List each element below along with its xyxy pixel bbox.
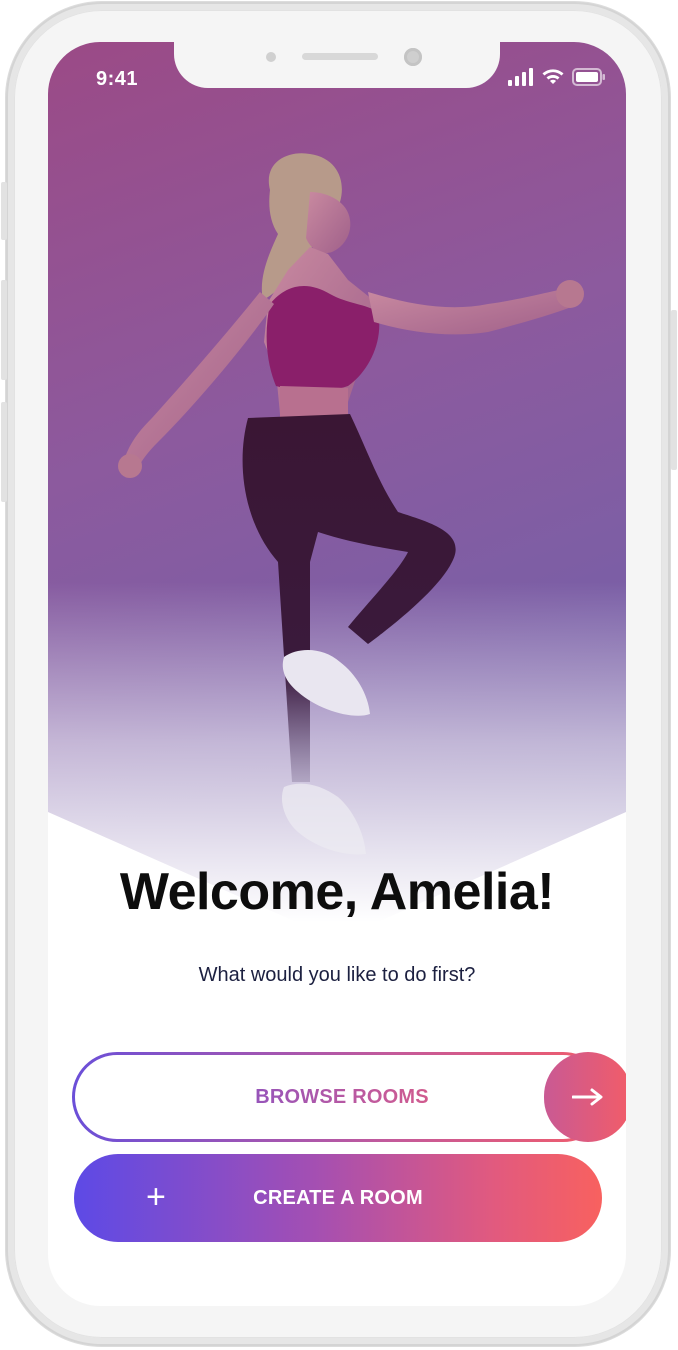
create-room-button[interactable]: + CREATE A ROOM — [74, 1154, 602, 1242]
wifi-icon — [542, 69, 564, 84]
status-time: 9:41 — [96, 68, 139, 90]
browse-arrow-button[interactable] — [544, 1052, 626, 1142]
arrow-right-icon — [572, 1088, 603, 1106]
side-button-silent — [1, 182, 7, 240]
front-camera — [404, 48, 422, 66]
status-icons — [508, 68, 606, 86]
battery-icon — [572, 68, 605, 86]
welcome-subtitle: What would you like to do first? — [198, 964, 476, 986]
hero-photo — [118, 153, 584, 855]
app-screen: 9:41 Welcome, Amelia! What would you lik… — [48, 42, 626, 1306]
welcome-title: Welcome, Amelia! — [119, 863, 555, 921]
side-button-power — [671, 310, 677, 470]
side-button-volume-down — [1, 402, 7, 502]
browse-rooms-button[interactable]: BROWSE ROOMS — [72, 1052, 626, 1142]
side-button-volume-up — [1, 280, 7, 380]
create-room-label: CREATE A ROOM — [253, 1187, 423, 1209]
earpiece-speaker — [302, 53, 378, 60]
signal-icon — [508, 68, 533, 86]
device-notch — [174, 42, 500, 88]
browse-rooms-label: BROWSE ROOMS — [132, 1052, 552, 1142]
sensor-dot — [266, 52, 276, 62]
